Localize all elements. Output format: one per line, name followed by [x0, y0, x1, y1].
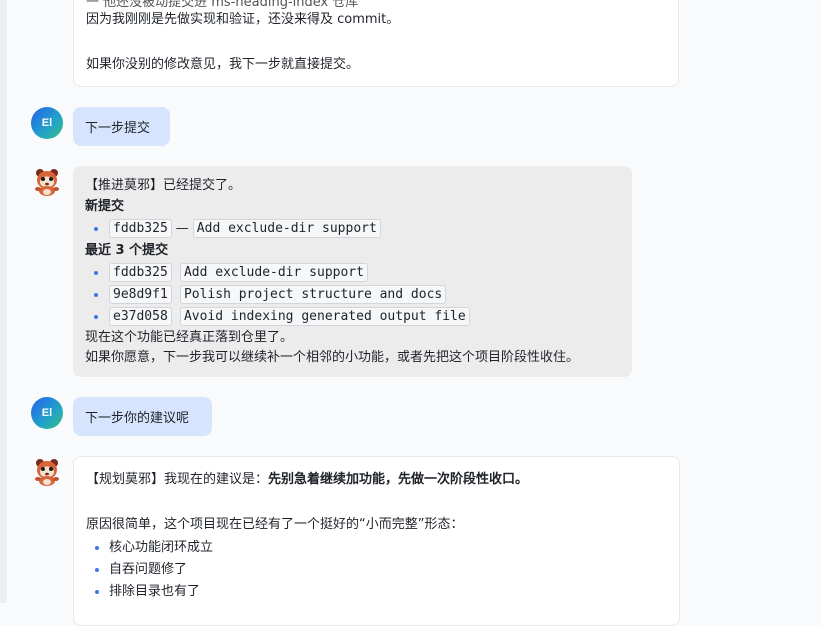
- intro-prefix: 【规划莫邪】我现在的建议是：: [86, 472, 269, 487]
- bullet-dot: [94, 227, 98, 231]
- list-item: 排除目录也有了: [109, 584, 201, 599]
- commit-hash: fddb325: [109, 219, 172, 238]
- commit-subject: Polish project structure and docs: [179, 285, 447, 304]
- assistant-avatar[interactable]: [31, 166, 63, 198]
- dash: —: [175, 221, 189, 236]
- message-intro: 【推进莫邪】已经提交了。: [85, 178, 242, 193]
- bullet-dot: [94, 271, 98, 275]
- new-commit-item: fddb325— Add exclude-dir support: [109, 219, 381, 239]
- partial-line: 一 他还没被动提交进 ms-heading-index 仓库: [86, 0, 359, 10]
- bullet-dot: [94, 315, 98, 319]
- user-avatar[interactable]: El: [31, 107, 63, 139]
- panda-mascot-icon: [35, 169, 59, 196]
- recent-commits-heading: 最近 3 个提交: [85, 243, 169, 258]
- user-avatar-initials: El: [41, 407, 53, 419]
- recent-commit-item: e37d058 Avoid indexing generated output …: [109, 307, 470, 327]
- assistant-avatar[interactable]: [31, 456, 63, 488]
- user-message-bubble: 下一步提交: [73, 107, 170, 146]
- intro-bold: 先别急着继续加功能，先做一次阶段性收口。: [268, 472, 529, 487]
- bullet-dot: [95, 546, 99, 550]
- commit-hash: e37d058: [109, 307, 172, 326]
- message-text: 原因很简单，这个项目现在已经有了一个挺好的“小而完整”形态：: [86, 517, 464, 532]
- user-avatar-initials: El: [41, 117, 53, 129]
- assistant-message-card: 【推进莫邪】已经提交了。 新提交 fddb325— Add exclude-dir…: [73, 166, 632, 377]
- panda-mascot-icon: [35, 459, 59, 486]
- commit-subject: Avoid indexing generated output file: [179, 307, 470, 326]
- assistant-message-card: 【规划莫邪】我现在的建议是：先别急着继续加功能，先做一次阶段性收口。 原因很简单…: [73, 456, 680, 626]
- bullet-dot: [94, 293, 98, 297]
- bullet-dot: [95, 568, 99, 572]
- assistant-message-card: 一 他还没被动提交进 ms-heading-index 仓库 因为我刚刚是先做实…: [73, 0, 679, 87]
- left-rail: [0, 0, 7, 603]
- list-item: 自吞问题修了: [109, 562, 188, 577]
- message-text: 如果你愿意，下一步我可以继续补一个相邻的小功能，或者先把这个项目阶段性收住。: [85, 350, 580, 365]
- bullet-dot: [95, 590, 99, 594]
- message-text: 如果你没别的修改意见，我下一步就直接提交。: [86, 57, 360, 72]
- commit-subject: Add exclude-dir support: [192, 219, 381, 238]
- commit-hash: 9e8d9f1: [109, 285, 172, 304]
- user-avatar[interactable]: El: [31, 397, 63, 429]
- message-text: 因为我刚刚是先做实现和验证，还没来得及 commit。: [86, 12, 400, 27]
- recent-commit-item: 9e8d9f1 Polish project structure and doc…: [109, 285, 447, 305]
- user-message-text: 下一步你的建议呢: [85, 411, 190, 426]
- user-message-bubble: 下一步你的建议呢: [73, 397, 212, 436]
- new-commit-heading: 新提交: [85, 199, 125, 214]
- list-item: 核心功能闭环成立: [109, 540, 214, 555]
- message-intro: 【规划莫邪】我现在的建议是：先别急着继续加功能，先做一次阶段性收口。: [86, 470, 528, 490]
- message-text: 现在这个功能已经真正落到仓里了。: [85, 330, 294, 345]
- commit-subject: Add exclude-dir support: [179, 263, 368, 282]
- commit-hash: fddb325: [109, 263, 172, 282]
- user-message-text: 下一步提交: [85, 121, 151, 136]
- recent-commit-item: fddb325 Add exclude-dir support: [109, 263, 368, 283]
